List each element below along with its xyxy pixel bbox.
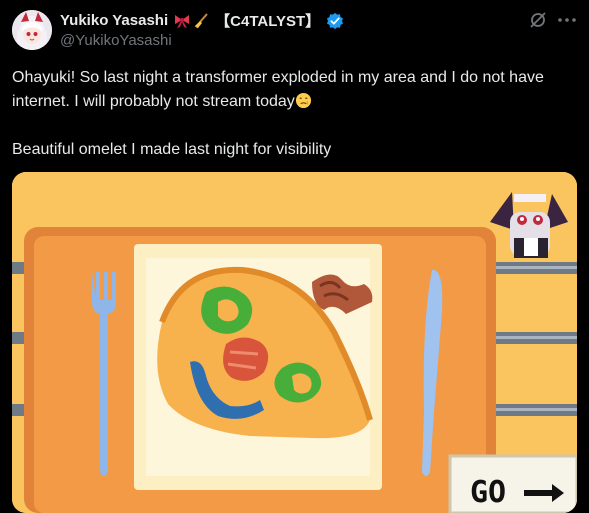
tweet-media-image[interactable]: GO [12,172,577,513]
tweet-line-1: Ohayuki! So last night a transformer exp… [12,69,544,110]
verified-badge-icon[interactable] [326,12,344,30]
affiliation-tag: 【C4TALYST】 [215,13,321,30]
tweet-text: Ohayuki! So last night a transformer exp… [12,66,572,162]
more-icon[interactable] [556,10,578,30]
ribbon-emoji [173,13,191,29]
author-handle[interactable]: @YukikoYasashi [60,32,172,49]
crying-face-emoji [295,92,312,109]
broom-emoji [193,12,209,29]
tweet-paragraph-1: Ohayuki! So last night a transformer exp… [12,66,572,114]
grok-icon[interactable] [528,10,548,30]
author-name-row[interactable]: Yukiko Yasashi 【C4TALYST】 [60,10,344,31]
display-name[interactable]: Yukiko Yasashi [60,12,168,29]
go-sign-text: GO [470,475,506,510]
tweet-paragraph-2: Beautiful omelet I made last night for v… [12,141,332,158]
avatar[interactable] [12,10,52,50]
